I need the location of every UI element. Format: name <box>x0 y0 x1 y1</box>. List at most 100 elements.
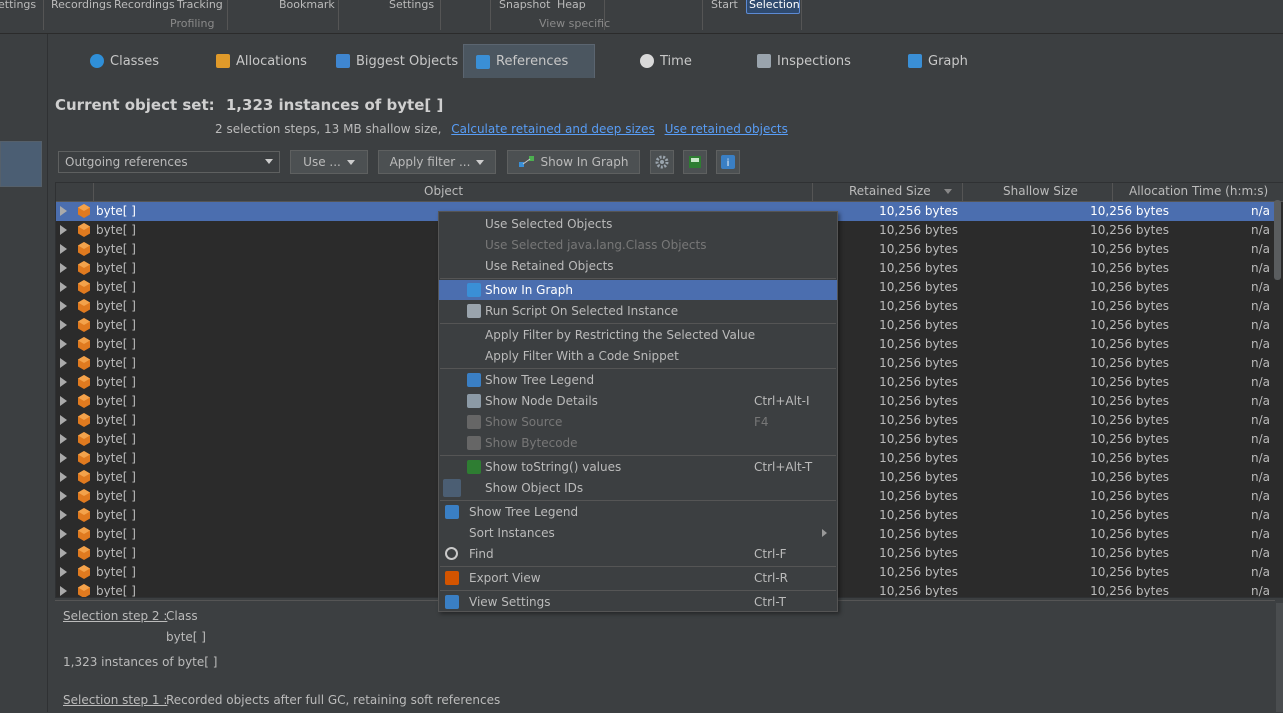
time-icon <box>640 54 654 68</box>
object-cell: byte[ ] <box>96 451 136 465</box>
tab-inspections[interactable]: Inspections <box>757 44 851 78</box>
expand-arrow-icon[interactable] <box>60 586 67 596</box>
ribbon-button-9[interactable]: Selection <box>749 0 800 11</box>
tab-time[interactable]: Time <box>640 44 692 78</box>
ribbon-button-7[interactable]: Heap <box>557 0 586 11</box>
left-nav-selected-item[interactable] <box>0 141 42 187</box>
use-retained-objects-link[interactable]: Use retained objects <box>665 122 788 136</box>
expand-arrow-icon[interactable] <box>60 263 67 273</box>
tab-references[interactable]: References <box>463 44 595 78</box>
menu-item-label: Apply Filter With a Code Snippet <box>485 349 679 363</box>
expand-arrow-icon[interactable] <box>60 282 67 292</box>
expand-arrow-icon[interactable] <box>60 415 67 425</box>
menu-separator <box>440 368 836 369</box>
expand-arrow-icon[interactable] <box>60 377 67 387</box>
menu-item-apply-filter-with-a-code-snippet[interactable]: Apply Filter With a Code Snippet <box>439 346 837 366</box>
expand-arrow-icon[interactable] <box>60 472 67 482</box>
column-header-retained-size[interactable]: Retained Size <box>849 184 931 198</box>
column-header-shallow-size[interactable]: Shallow Size <box>1003 184 1078 198</box>
export-icon <box>445 571 459 585</box>
menu-item-show-tostring-values[interactable]: Show toString() values Ctrl+Alt-T <box>439 457 837 477</box>
menu-item-show-tree-legend[interactable]: Show Tree Legend <box>439 370 837 390</box>
column-header-object[interactable]: Object <box>424 184 463 198</box>
menu-item-show-source[interactable]: Show Source F4 <box>439 412 837 432</box>
retained-size-cell: 10,256 bytes <box>879 413 958 427</box>
expand-arrow-icon[interactable] <box>60 301 67 311</box>
menu-item-show-node-details[interactable]: Show Node Details Ctrl+Alt-I <box>439 391 837 411</box>
ribbon-separator <box>440 0 441 30</box>
expand-arrow-icon[interactable] <box>60 225 67 235</box>
menu-item-view-settings[interactable]: View Settings Ctrl-T <box>439 592 837 612</box>
menu-item-use-retained-objects[interactable]: Use Retained Objects <box>439 256 837 276</box>
show-in-graph-button[interactable]: Show In Graph <box>507 150 640 174</box>
ribbon-button-3[interactable]: Tracking <box>177 0 223 11</box>
menu-item-show-object-ids[interactable]: Show Object IDs <box>439 478 837 498</box>
tostring-button[interactable] <box>683 150 707 174</box>
menu-item-show-tree-legend[interactable]: Show Tree Legend <box>439 502 837 522</box>
title-prefix: Current object set: <box>55 96 215 114</box>
use-button[interactable]: Use ... <box>290 150 368 174</box>
ribbon-button-0[interactable]: ettings <box>0 0 36 11</box>
instance-cube-icon <box>78 508 90 522</box>
expand-arrow-icon[interactable] <box>60 491 67 501</box>
expand-arrow-icon[interactable] <box>60 206 67 216</box>
selection-step-1-link[interactable]: Selection step 1 : <box>63 693 167 707</box>
allocation-time-cell: n/a <box>1250 261 1270 275</box>
menu-item-sort-instances[interactable]: Sort Instances <box>439 523 837 543</box>
menu-item-find[interactable]: Find Ctrl-F <box>439 544 837 564</box>
reference-mode-dropdown[interactable]: Outgoing references <box>58 151 280 173</box>
expand-arrow-icon[interactable] <box>60 548 67 558</box>
menu-item-show-in-graph[interactable]: Show In Graph <box>439 280 837 300</box>
instance-cube-icon <box>78 242 90 256</box>
shallow-size-cell: 10,256 bytes <box>1090 337 1169 351</box>
menu-item-run-script-on-selected-instance[interactable]: Run Script On Selected Instance <box>439 301 837 321</box>
ribbon-button-6[interactable]: Snapshot <box>499 0 550 11</box>
expand-arrow-icon[interactable] <box>60 320 67 330</box>
tab-biggest-objects[interactable]: Biggest Objects <box>336 44 458 78</box>
table-header: Object Retained Size Shallow Size Alloca… <box>56 183 1283 202</box>
menu-item-apply-filter-by-restricting-the-selected-value[interactable]: Apply Filter by Restricting the Selected… <box>439 325 837 345</box>
calculate-retained-link[interactable]: Calculate retained and deep sizes <box>451 122 654 136</box>
expand-arrow-icon[interactable] <box>60 434 67 444</box>
menu-item-use-selected-objects[interactable]: Use Selected Objects <box>439 214 837 234</box>
object-cell: byte[ ] <box>96 565 136 579</box>
ribbon-button-5[interactable]: Settings <box>389 0 434 11</box>
tab-classes[interactable]: Classes <box>90 44 159 78</box>
use-button-label: Use ... <box>303 155 341 169</box>
expand-arrow-icon[interactable] <box>60 396 67 406</box>
run-script-button[interactable] <box>650 150 674 174</box>
tab-graph[interactable]: Graph <box>908 44 968 78</box>
expand-arrow-icon[interactable] <box>60 567 67 577</box>
instance-cube-icon <box>78 489 90 503</box>
selection-step-2-link[interactable]: Selection step 2 : <box>63 609 167 623</box>
object-cell: byte[ ] <box>96 337 136 351</box>
ribbon-button-1[interactable]: Recordings <box>51 0 112 11</box>
ribbon-button-2[interactable]: Recordings <box>114 0 175 11</box>
ribbon-separator <box>227 0 228 30</box>
expand-arrow-icon[interactable] <box>60 453 67 463</box>
column-header-allocation-time[interactable]: Allocation Time (h:m:s) <box>1129 184 1268 198</box>
expand-arrow-icon[interactable] <box>60 339 67 349</box>
menu-item-use-selected-java-lang-class-objects[interactable]: Use Selected java.lang.Class Objects <box>439 235 837 255</box>
object-cell: byte[ ] <box>96 318 136 332</box>
menu-item-label: Show Object IDs <box>485 481 584 495</box>
tree-legend-button[interactable]: i <box>716 150 740 174</box>
tab-label: Classes <box>110 53 159 69</box>
instance-cube-icon <box>78 413 90 427</box>
expand-arrow-icon[interactable] <box>60 510 67 520</box>
tab-label: Inspections <box>777 53 851 69</box>
expand-arrow-icon[interactable] <box>60 529 67 539</box>
table-scrollbar[interactable] <box>1274 200 1281 280</box>
bottom-panel-scrollbar[interactable] <box>1276 603 1283 712</box>
menu-item-export-view[interactable]: Export View Ctrl-R <box>439 568 837 588</box>
expand-arrow-icon[interactable] <box>60 244 67 254</box>
node-details-icon <box>467 394 481 408</box>
reference-mode-value: Outgoing references <box>65 155 188 169</box>
tab-allocations[interactable]: Allocations <box>216 44 307 78</box>
shallow-size-cell: 10,256 bytes <box>1090 299 1169 313</box>
expand-arrow-icon[interactable] <box>60 358 67 368</box>
menu-item-show-bytecode[interactable]: Show Bytecode <box>439 433 837 453</box>
ribbon-button-8[interactable]: Start <box>711 0 738 11</box>
apply-filter-button[interactable]: Apply filter ... <box>378 150 496 174</box>
ribbon-button-4[interactable]: Bookmark <box>279 0 335 11</box>
